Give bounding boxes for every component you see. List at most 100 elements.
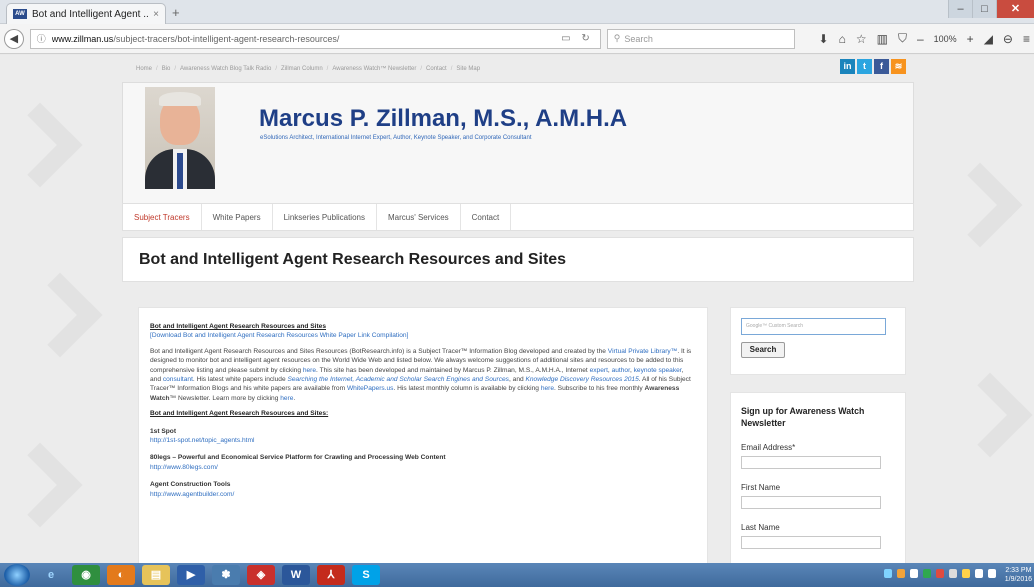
white-paper-link[interactable]: Knowledge Discovery Resources 2015 [525, 376, 638, 383]
close-tab-icon[interactable]: × [153, 9, 159, 20]
last-name-field[interactable] [741, 536, 881, 549]
first-name-field[interactable] [741, 496, 881, 509]
entry-url[interactable]: http://www.80legs.com/ [150, 464, 218, 471]
volume-icon[interactable] [988, 569, 996, 578]
speaker-link[interactable]: keynote speaker [634, 367, 682, 374]
top-navigation: Home / Bio / Awareness Watch Blog Talk Rad… [122, 55, 914, 82]
reload-icon[interactable]: ▭ ↻ [561, 33, 594, 44]
browser-tab-bar: AW Bot and Intelligent Agent ... × + – □… [0, 0, 1034, 24]
menu-white-papers[interactable]: White Papers [202, 204, 273, 230]
background-chevron [17, 272, 103, 358]
clock[interactable]: 2:33 PM 1/9/2016 [1005, 566, 1032, 584]
top-nav-sitemap[interactable]: Site Map [456, 66, 480, 72]
search-icon: ⚲ [613, 33, 621, 43]
entry-url[interactable]: http://www.agentbuilder.com/ [150, 491, 234, 498]
new-tab-button[interactable]: + [172, 5, 180, 20]
expert-link[interactable]: expert [590, 367, 608, 374]
bookmark-star-icon[interactable]: ☆ [856, 32, 867, 46]
network-icon[interactable] [975, 569, 983, 578]
acrobat-icon[interactable]: ⅄ [317, 565, 345, 585]
entry-title: 1st Spot [150, 427, 177, 435]
home-icon[interactable]: ⌂ [839, 32, 846, 46]
background-chevron [0, 102, 83, 188]
skype-icon[interactable]: S [352, 565, 380, 585]
suggest-link[interactable]: here [303, 367, 316, 374]
entry-title: 80legs – Powerful and Economical Service… [150, 454, 446, 462]
newsletter-signup-widget: Sign up for Awareness Watch Newsletter E… [730, 392, 906, 563]
custom-search-input[interactable]: Google™ Custom Search [741, 318, 886, 335]
zoom-out-icon[interactable]: – [917, 32, 924, 46]
tray-icon[interactable] [897, 569, 905, 578]
menu-subject-tracers[interactable]: Subject Tracers [123, 204, 202, 230]
browser-search-box[interactable]: ⚲ Search [606, 28, 795, 49]
search-widget: Google™ Custom Search Search [730, 307, 906, 375]
send-icon[interactable]: ◢ [984, 32, 993, 46]
list-item: 80legs – Powerful and Economical Service… [150, 453, 695, 472]
zoom-in-icon[interactable]: + [967, 32, 974, 46]
top-nav-bio[interactable]: Bio [162, 66, 171, 72]
whitepapers-link[interactable]: WhitePapers.us [347, 385, 394, 392]
site-identity-icon[interactable]: ⓘ [37, 32, 46, 45]
maximize-button[interactable]: □ [972, 0, 996, 18]
main-menu: Subject Tracers White Papers Linkseries … [122, 203, 914, 231]
top-nav-home[interactable]: Home [136, 66, 152, 72]
download-link[interactable]: [Download Bot and Intelligent Agent Rese… [150, 332, 408, 339]
tray-icon[interactable] [923, 569, 931, 578]
top-nav-newsletter[interactable]: Awareness Watch™ Newsletter [332, 66, 416, 72]
top-nav-column[interactable]: Zillman Column [281, 66, 323, 72]
download-icon[interactable]: ⬇ [819, 32, 829, 46]
addon-icon[interactable]: ⊖ [1003, 32, 1013, 46]
word-icon[interactable]: W [282, 565, 310, 585]
list-item: 1st Spot http://1st-spot.net/topic_agent… [150, 427, 695, 446]
site-name[interactable]: Marcus P. Zillman, M.S., A.M.H.A [259, 105, 627, 133]
media-player-icon[interactable]: ▶ [177, 565, 205, 585]
background-chevron [937, 162, 1023, 248]
author-link[interactable]: author [612, 367, 630, 374]
list-item: Agent Construction Tools http://www.agen… [150, 480, 695, 499]
bookmarks-icon[interactable]: ▥ [877, 32, 888, 46]
firefox-icon[interactable]: ◐ [107, 565, 135, 585]
menu-icon[interactable]: ≡ [1023, 32, 1030, 46]
tray-icon[interactable] [949, 569, 957, 578]
vpl-link[interactable]: Virtual Private Library™ [608, 348, 678, 355]
page-viewport: Home / Bio / Awareness Watch Blog Talk Rad… [0, 55, 1034, 563]
start-button[interactable] [4, 564, 30, 586]
url-text: www.zillman.us/subject-tracers/bot-intel… [51, 33, 340, 44]
back-button[interactable]: ◀ [4, 28, 24, 49]
zoom-level[interactable]: 100% [934, 34, 957, 44]
minimize-button[interactable]: – [948, 0, 972, 18]
facebook-icon[interactable]: f [874, 59, 889, 74]
consultant-link[interactable]: consultant [163, 376, 193, 383]
white-paper-link[interactable]: Searching the Internet, Academic and Sch… [287, 376, 509, 383]
browser-tab[interactable]: AW Bot and Intelligent Agent ... × [6, 3, 166, 24]
pocket-icon[interactable]: ⛉ [898, 31, 907, 46]
twitter-icon[interactable]: t [857, 59, 872, 74]
app-icon[interactable]: ✽ [212, 565, 240, 585]
menu-contact[interactable]: Contact [461, 204, 512, 230]
tray-icon[interactable] [910, 569, 918, 578]
column-link[interactable]: here [541, 385, 554, 392]
chrome-icon[interactable]: ◉ [72, 565, 100, 585]
section-heading: Bot and Intelligent Agent Research Resou… [150, 410, 329, 418]
tray-icon[interactable] [884, 569, 892, 578]
ie-icon[interactable]: e [37, 565, 65, 585]
menu-services[interactable]: Marcus' Services [377, 204, 461, 230]
folder-icon[interactable]: ▤ [142, 565, 170, 585]
app-icon[interactable]: ◈ [247, 565, 275, 585]
tray-icon[interactable] [936, 569, 944, 578]
taskbar: e ◉ ◐ ▤ ▶ ✽ ◈ W ⅄ S 2:33 PM 1/9/2016 [0, 563, 1034, 587]
search-button[interactable]: Search [741, 342, 785, 358]
menu-linkseries[interactable]: Linkseries Publications [273, 204, 377, 230]
top-nav-contact[interactable]: Contact [426, 66, 447, 72]
tray-icon[interactable] [962, 569, 970, 578]
main-content: Bot and Intelligent Agent Research Resou… [138, 307, 708, 563]
email-field[interactable] [741, 456, 881, 469]
top-nav-radio[interactable]: Awareness Watch Blog Talk Radio [180, 66, 271, 72]
learn-more-link[interactable]: here [280, 395, 293, 402]
rss-icon[interactable]: ≋ [891, 59, 906, 74]
address-bar[interactable]: ⓘ www.zillman.us/subject-tracers/bot-int… [29, 28, 601, 49]
social-links: in t f ≋ [840, 59, 906, 74]
entry-url[interactable]: http://1st-spot.net/topic_agents.html [150, 437, 254, 444]
linkedin-icon[interactable]: in [840, 59, 855, 74]
close-window-button[interactable]: ✕ [996, 0, 1034, 18]
